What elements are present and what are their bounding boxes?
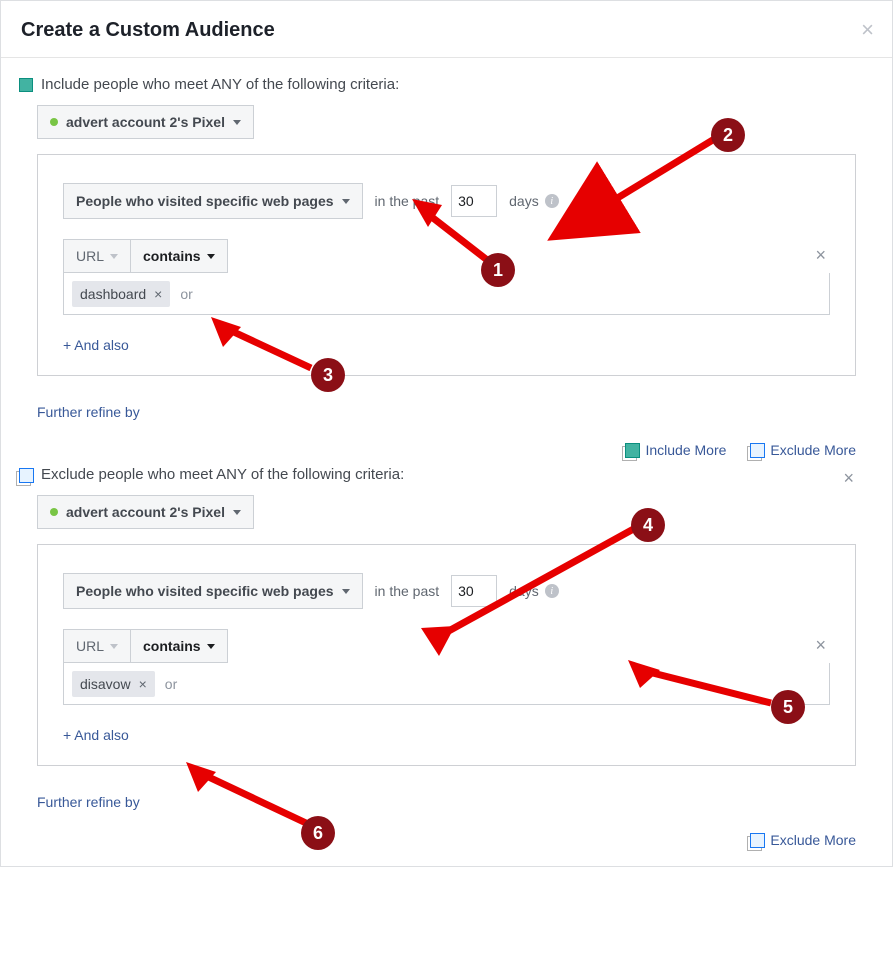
- exclude-more-button-2[interactable]: Exclude More: [750, 832, 856, 848]
- info-icon[interactable]: i: [545, 194, 559, 208]
- chevron-down-icon: [233, 510, 241, 515]
- contains-dropdown-exc[interactable]: contains: [131, 629, 228, 663]
- include-exclude-actions: Include More Exclude More: [19, 422, 874, 466]
- pixel-status-dot: [50, 118, 58, 126]
- exclude-more-icon: [750, 443, 764, 457]
- chevron-down-icon: [342, 589, 350, 594]
- remove-tag-icon[interactable]: ×: [154, 287, 162, 301]
- days-label-inc: days i: [509, 193, 559, 209]
- chevron-down-icon: [207, 644, 215, 649]
- visitor-rule-dropdown-exclude[interactable]: People who visited specific web pages: [63, 573, 363, 609]
- include-rule-row: People who visited specific web pages in…: [63, 183, 830, 219]
- remove-section-icon[interactable]: ×: [843, 468, 854, 489]
- exclude-square-icon: [19, 468, 33, 482]
- exclude-rule-box: People who visited specific web pages in…: [37, 544, 856, 766]
- days-label-exc: days i: [509, 583, 559, 599]
- in-past-label-inc: in the past: [375, 193, 440, 209]
- custom-audience-modal: Create a Custom Audience × Include peopl…: [0, 0, 893, 867]
- exclude-criteria-label: Exclude people who meet ANY of the follo…: [19, 466, 874, 483]
- include-more-button[interactable]: Include More: [625, 442, 726, 458]
- modal-body: Include people who meet ANY of the follo…: [1, 58, 892, 866]
- chevron-down-icon: [342, 199, 350, 204]
- or-label-inc: or: [180, 286, 192, 302]
- chevron-down-icon: [233, 120, 241, 125]
- or-label-exc: or: [165, 676, 177, 692]
- further-refine-exclude[interactable]: Further refine by: [37, 794, 140, 810]
- url-group-include: × URL contains dashboard: [63, 239, 830, 315]
- exclude-section: Exclude people who meet ANY of the follo…: [19, 466, 874, 812]
- remove-rule-icon[interactable]: ×: [815, 635, 826, 656]
- visitor-rule-dropdown-include[interactable]: People who visited specific web pages: [63, 183, 363, 219]
- url-tag-exclude: disavow ×: [72, 671, 155, 697]
- url-field-dropdown-inc[interactable]: URL: [63, 239, 131, 273]
- include-label-text: Include people who meet ANY of the follo…: [41, 76, 399, 93]
- exclude-rule-row: People who visited specific web pages in…: [63, 573, 830, 609]
- url-field-dropdown-exc[interactable]: URL: [63, 629, 131, 663]
- pixel-label-exclude: advert account 2's Pixel: [66, 504, 225, 520]
- visitor-rule-label-inc: People who visited specific web pages: [76, 193, 334, 209]
- chevron-down-icon: [110, 254, 118, 259]
- include-rule-box: People who visited specific web pages in…: [37, 154, 856, 376]
- exclude-more-button[interactable]: Exclude More: [750, 442, 856, 458]
- chevron-down-icon: [110, 644, 118, 649]
- in-past-label-exc: in the past: [375, 583, 440, 599]
- pixel-select-include[interactable]: advert account 2's Pixel: [37, 105, 254, 139]
- url-tag-include: dashboard ×: [72, 281, 170, 307]
- include-square-icon: [19, 78, 33, 92]
- pixel-label-include: advert account 2's Pixel: [66, 114, 225, 130]
- include-more-icon: [625, 443, 639, 457]
- modal-title: Create a Custom Audience: [21, 19, 872, 42]
- include-section: Include people who meet ANY of the follo…: [19, 76, 874, 422]
- visitor-rule-label-exc: People who visited specific web pages: [76, 583, 334, 599]
- url-tag-input-exclude[interactable]: disavow × or: [63, 663, 830, 705]
- and-also-exclude[interactable]: + And also: [63, 727, 129, 743]
- remove-tag-icon[interactable]: ×: [139, 677, 147, 691]
- days-input-include[interactable]: [451, 185, 497, 217]
- exclude-more-icon: [750, 833, 764, 847]
- further-refine-include[interactable]: Further refine by: [37, 404, 140, 420]
- include-criteria-label: Include people who meet ANY of the follo…: [19, 76, 874, 93]
- url-group-exclude: × URL contains disavow: [63, 629, 830, 705]
- chevron-down-icon: [207, 254, 215, 259]
- pixel-status-dot: [50, 508, 58, 516]
- info-icon[interactable]: i: [545, 584, 559, 598]
- contains-dropdown-inc[interactable]: contains: [131, 239, 228, 273]
- days-input-exclude[interactable]: [451, 575, 497, 607]
- pixel-select-exclude[interactable]: advert account 2's Pixel: [37, 495, 254, 529]
- close-icon[interactable]: ×: [861, 19, 874, 41]
- exclude-more-row: Exclude More: [19, 812, 874, 856]
- and-also-include[interactable]: + And also: [63, 337, 129, 353]
- exclude-label-text: Exclude people who meet ANY of the follo…: [41, 466, 404, 483]
- remove-rule-icon[interactable]: ×: [815, 245, 826, 266]
- modal-header: Create a Custom Audience ×: [1, 1, 892, 58]
- url-tag-input-include[interactable]: dashboard × or: [63, 273, 830, 315]
